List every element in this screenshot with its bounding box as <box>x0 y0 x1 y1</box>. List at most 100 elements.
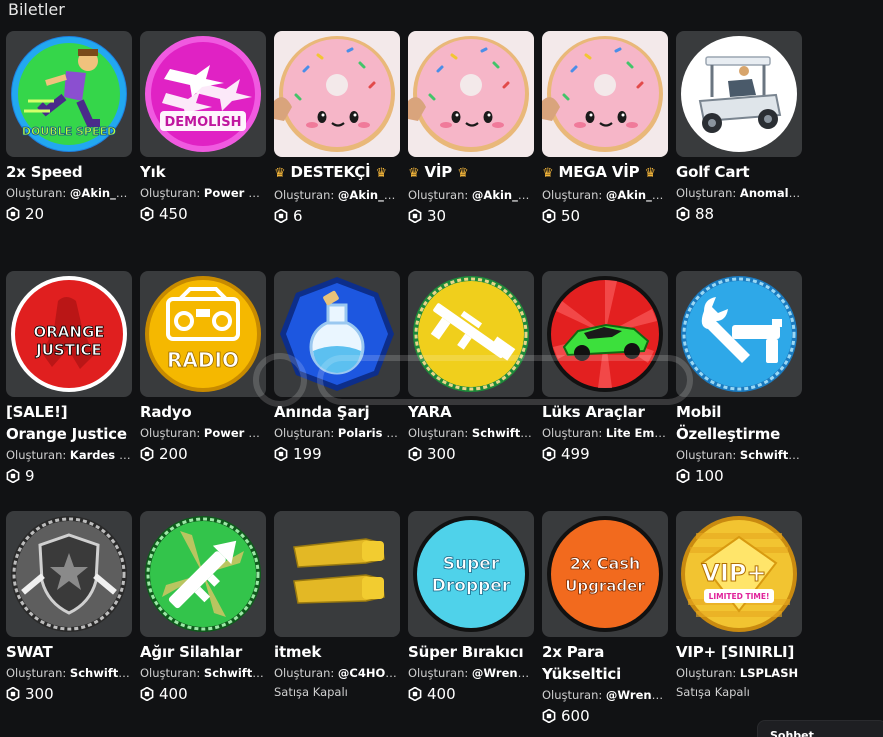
item-thumbnail[interactable]: DEMOLISH <box>140 31 266 157</box>
creator-link[interactable]: Schwifty ... <box>472 426 534 440</box>
creator-link[interactable]: @Akin_TR <box>338 188 400 202</box>
price-value: 9 <box>25 467 35 485</box>
item-name[interactable]: 2x Para Yükseltici <box>542 641 668 685</box>
item-name[interactable]: Lüks Araçlar <box>542 401 668 423</box>
item-name[interactable]: Yık <box>140 161 266 183</box>
item-card[interactable]: VIP+ LIMITED TIME! VIP+ [SINIRLI] Oluştu… <box>676 511 802 737</box>
chat-tab[interactable]: Sohbet <box>757 720 883 737</box>
item-thumbnail[interactable] <box>140 511 266 637</box>
price-value: 30 <box>427 207 447 225</box>
item-creator: Oluşturan: @C4HOd... <box>274 665 400 681</box>
item-creator: Oluşturan: @Akin_TR <box>6 186 132 200</box>
item-thumbnail[interactable] <box>676 271 802 397</box>
robux-icon <box>140 207 154 221</box>
item-thumbnail[interactable]: 2x Cash Upgrader <box>542 511 668 637</box>
robux-icon <box>6 687 20 701</box>
creator-link[interactable]: @Wrench... <box>472 666 534 680</box>
item-thumbnail[interactable] <box>408 31 534 157</box>
item-name[interactable]: Golf Cart <box>676 161 802 183</box>
item-card[interactable]: DEMOLISH Yık Oluşturan: Power Si... 450 <box>140 31 266 271</box>
item-name[interactable]: Süper Bırakıcı <box>408 641 534 663</box>
item-thumbnail[interactable]: VIP+ LIMITED TIME! <box>676 511 802 637</box>
item-name[interactable]: ♛ DESTEKÇİ ♛ <box>274 161 400 185</box>
creator-link[interactable]: Polaris St... <box>338 426 400 440</box>
item-card[interactable]: ♛ MEGA VİP ♛ Oluşturan: @Akin_TR 50 <box>542 31 668 271</box>
item-name[interactable]: Mobil Özelleştirme <box>676 401 802 445</box>
item-creator: Oluşturan: Kardes St... <box>6 447 132 463</box>
item-name[interactable]: SWAT <box>6 641 132 663</box>
dancer-orange-justice-icon: ORANGE JUSTICE <box>11 276 127 392</box>
creator-link[interactable]: @Wrench... <box>606 688 668 702</box>
crown-icon: ♛ <box>408 166 420 181</box>
creator-link[interactable]: @Akin_TR <box>70 186 132 200</box>
price-value: 50 <box>561 207 581 225</box>
item-name[interactable]: ♛ VİP ♛ <box>408 161 534 185</box>
item-thumbnail[interactable] <box>408 271 534 397</box>
item-thumbnail[interactable] <box>542 31 668 157</box>
item-name[interactable]: ♛ MEGA VİP ♛ <box>542 161 668 185</box>
creator-link[interactable]: Schwifty ... <box>204 666 266 680</box>
robux-icon <box>274 447 288 461</box>
item-card[interactable]: YARA Oluşturan: Schwifty ... 300 <box>408 271 534 511</box>
price-value: 300 <box>25 685 54 703</box>
item-name[interactable]: YARA <box>408 401 534 423</box>
item-card[interactable]: RADIO Radyo Oluşturan: Power Si... 200 <box>140 271 266 511</box>
item-card[interactable]: Ağır Silahlar Oluşturan: Schwifty ... 40… <box>140 511 266 737</box>
creator-link[interactable]: Kardes St... <box>70 448 132 462</box>
robux-icon <box>6 207 20 221</box>
item-card[interactable]: ORANGE JUSTICE [SALE!] Orange Justice Ol… <box>6 271 132 511</box>
creator-link[interactable]: LSPLASH <box>740 666 798 680</box>
item-thumbnail[interactable] <box>676 31 802 157</box>
item-thumbnail[interactable] <box>274 271 400 397</box>
item-creator: Oluşturan: Anomaly ... <box>676 185 802 201</box>
creator-link[interactable]: @Akin_TR <box>606 188 668 202</box>
creator-link[interactable]: Schwifty ... <box>70 666 132 680</box>
item-creator: Oluşturan: Schwifty ... <box>6 665 132 681</box>
item-card[interactable]: 2x Cash Upgrader 2x Para Yükseltici Oluş… <box>542 511 668 737</box>
creator-link[interactable]: Lite Empire <box>606 426 668 440</box>
item-thumbnail[interactable] <box>6 511 132 637</box>
item-card[interactable]: Golf Cart Oluşturan: Anomaly ... 88 <box>676 31 802 271</box>
item-card[interactable]: itmek Oluşturan: @C4HOd... Satışa Kapalı <box>274 511 400 737</box>
item-name[interactable]: VIP+ [SINIRLI] <box>676 641 802 663</box>
creator-link[interactable]: Power Si... <box>204 426 266 440</box>
creator-link[interactable]: Anomaly ... <box>740 186 802 200</box>
item-card[interactable]: Mobil Özelleştirme Oluşturan: Schwifty .… <box>676 271 802 511</box>
creator-link[interactable]: @C4HOd... <box>338 666 400 680</box>
cash-upgrader-icon: 2x Cash Upgrader <box>547 516 663 632</box>
price-value: 6 <box>293 207 303 225</box>
item-card[interactable]: SWAT Oluşturan: Schwifty ... 300 <box>6 511 132 737</box>
offsale-label: Satışa Kapalı <box>676 685 750 699</box>
item-card[interactable]: DOUBLE SPEED 2x Speed Oluşturan: @Akin_T… <box>6 31 132 271</box>
item-thumbnail[interactable] <box>542 271 668 397</box>
robux-icon <box>274 209 288 223</box>
item-name[interactable]: Ağır Silahlar <box>140 641 266 663</box>
item-price: 100 <box>676 467 802 485</box>
item-creator: Oluşturan: Schwifty ... <box>408 425 534 441</box>
item-creator: Oluşturan: Schwifty ... <box>140 665 266 681</box>
creator-link[interactable]: Power Si... <box>204 186 266 200</box>
item-thumbnail[interactable] <box>274 31 400 157</box>
item-name[interactable]: [SALE!] Orange Justice <box>6 401 132 445</box>
super-dropper-icon: Super Dropper <box>413 516 529 632</box>
item-creator: Oluşturan: @Akin_TR <box>542 188 668 202</box>
item-card[interactable]: Anında Şarj Oluşturan: Polaris St... 199 <box>274 271 400 511</box>
item-price: 6 <box>274 207 400 225</box>
item-thumbnail[interactable]: Super Dropper <box>408 511 534 637</box>
thumb-label: JUSTICE <box>35 341 102 359</box>
item-name[interactable]: itmek <box>274 641 400 663</box>
item-thumbnail[interactable]: DOUBLE SPEED <box>6 31 132 157</box>
creator-link[interactable]: Schwifty ... <box>740 448 802 462</box>
item-card[interactable]: ♛ DESTEKÇİ ♛ Oluşturan: @Akin_TR 6 <box>274 31 400 271</box>
item-card[interactable]: Super Dropper Süper Bırakıcı Oluşturan: … <box>408 511 534 737</box>
item-thumbnail[interactable]: RADIO <box>140 271 266 397</box>
item-name[interactable]: Anında Şarj <box>274 401 400 423</box>
item-card[interactable]: ♛ VİP ♛ Oluşturan: @Akin_TR 30 <box>408 31 534 271</box>
item-thumbnail[interactable] <box>274 511 400 637</box>
creator-link[interactable]: @Akin_TR <box>472 188 534 202</box>
item-name[interactable]: 2x Speed <box>6 161 132 183</box>
thumb-label: DOUBLE SPEED <box>22 125 116 138</box>
item-name[interactable]: Radyo <box>140 401 266 423</box>
item-thumbnail[interactable]: ORANGE JUSTICE <box>6 271 132 397</box>
item-card[interactable]: Lüks Araçlar Oluşturan: Lite Empire 499 <box>542 271 668 511</box>
